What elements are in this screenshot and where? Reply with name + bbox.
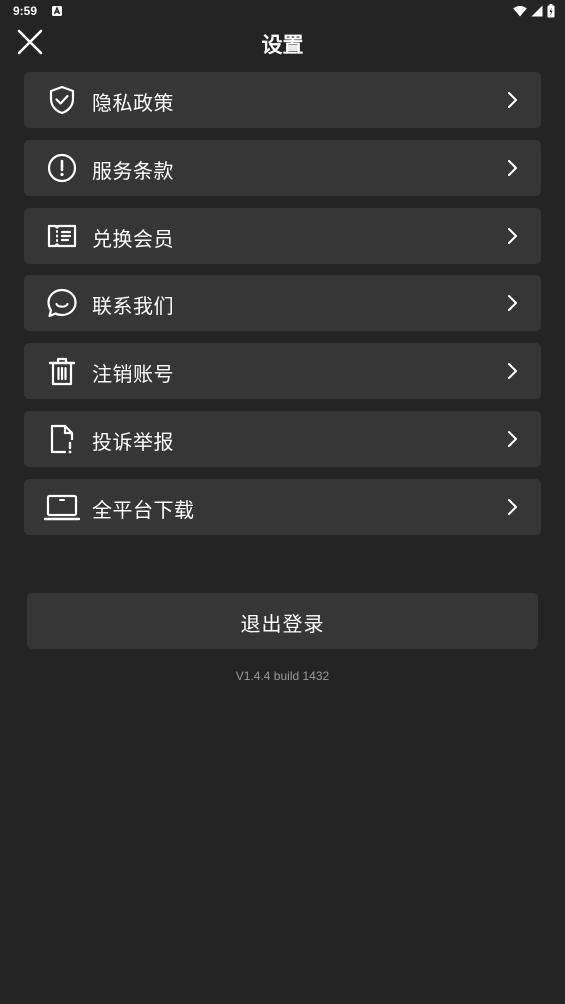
report-file-icon	[46, 423, 78, 455]
menu-item-contact-us[interactable]: 联系我们	[24, 275, 541, 332]
ticket-icon	[46, 220, 78, 252]
chevron-right-icon	[507, 227, 519, 245]
menu-item-label: 隐私政策	[92, 91, 174, 115]
chevron-right-icon	[507, 294, 519, 312]
logout-button[interactable]: 退出登录	[27, 593, 538, 649]
menu-item-label: 投诉举报	[92, 429, 174, 454]
menu-item-report[interactable]: 投诉举报	[24, 410, 541, 467]
chevron-right-icon	[507, 430, 519, 448]
settings-menu: 隐私政策 服务条款 兑换会员 联系我们 注销账号 投诉举报 全平台下载	[24, 72, 541, 547]
signal-icon	[531, 5, 543, 17]
menu-item-label: 全平台下载	[92, 497, 195, 522]
status-icons	[513, 4, 555, 18]
battery-icon	[547, 4, 555, 18]
menu-item-redeem-membership[interactable]: 兑换会员	[24, 207, 541, 264]
menu-item-label: 注销账号	[92, 362, 174, 387]
a-notification-icon	[52, 6, 62, 16]
wifi-icon	[513, 5, 527, 17]
laptop-icon	[44, 491, 80, 523]
alert-circle-icon	[46, 152, 78, 184]
menu-item-label: 联系我们	[92, 294, 174, 319]
page-title: 设置	[261, 33, 304, 57]
menu-item-delete-account[interactable]: 注销账号	[24, 343, 541, 400]
version-text: V1.4.4 build 1432	[235, 669, 330, 683]
status-time: 9:59	[13, 4, 38, 18]
logout-label: 退出登录	[240, 612, 325, 636]
shield-check-icon	[46, 84, 78, 116]
chevron-right-icon	[507, 498, 519, 516]
menu-item-privacy-policy[interactable]: 隐私政策	[24, 72, 541, 128]
chat-bubble-icon	[46, 287, 78, 319]
header: 设置	[0, 24, 565, 64]
menu-item-label: 兑换会员	[92, 226, 174, 251]
trash-icon	[46, 355, 78, 387]
chevron-right-icon	[507, 362, 519, 380]
chevron-right-icon	[507, 159, 519, 177]
status-bar: 9:59	[0, 0, 565, 24]
menu-item-terms-of-service[interactable]: 服务条款	[24, 139, 541, 196]
menu-item-cross-platform-download[interactable]: 全平台下载	[24, 478, 541, 535]
menu-item-label: 服务条款	[92, 158, 174, 183]
chevron-right-icon	[507, 91, 519, 109]
